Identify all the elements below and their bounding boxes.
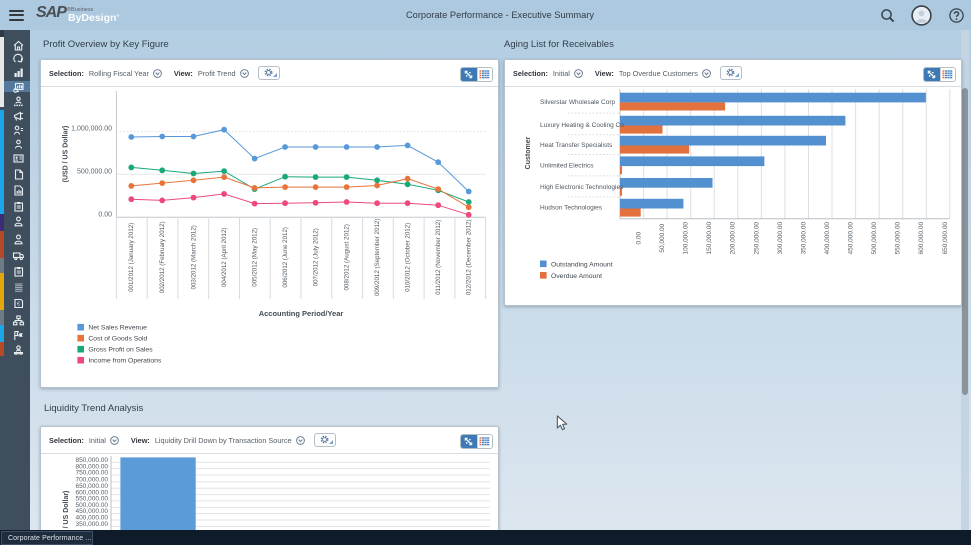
- svg-text:400,000.00: 400,000.00: [824, 222, 831, 255]
- svg-text:550,000.00: 550,000.00: [895, 222, 902, 255]
- svg-text:Net Sales Revenue: Net Sales Revenue: [88, 325, 147, 332]
- svg-text:Outstanding Amount: Outstanding Amount: [551, 261, 613, 268]
- svg-text:009/2012 (September 2012): 009/2012 (September 2012): [374, 219, 381, 296]
- svg-text:007/2012 (July 2012): 007/2012 (July 2012): [312, 228, 319, 286]
- svg-text:008/2012 (August 2012): 008/2012 (August 2012): [343, 224, 350, 290]
- svg-text:200,000.00: 200,000.00: [730, 222, 737, 255]
- svg-text:003/2012 (March 2012): 003/2012 (March 2012): [190, 225, 197, 289]
- svg-text:012/2012 (December 2012): 012/2012 (December 2012): [466, 219, 473, 295]
- svg-text:Hudson Technologies: Hudson Technologies: [540, 205, 603, 212]
- svg-text:450,000.00: 450,000.00: [848, 222, 855, 255]
- svg-text:350,000.00: 350,000.00: [800, 222, 807, 255]
- svg-text:Heat Transfer Specialists: Heat Transfer Specialists: [540, 142, 613, 149]
- svg-text:005/2012 (May 2012): 005/2012 (May 2012): [251, 228, 258, 287]
- svg-text:(USD / US Dollar): (USD / US Dollar): [63, 126, 70, 183]
- svg-text:300,000.00: 300,000.00: [777, 222, 784, 255]
- svg-text:Accounting Period/Year: Accounting Period/Year: [259, 309, 344, 318]
- svg-text:Gross Profit on Sales: Gross Profit on Sales: [88, 347, 153, 354]
- svg-text:650,000.00: 650,000.00: [942, 222, 949, 255]
- svg-text:0.00: 0.00: [98, 212, 112, 219]
- svg-text:001/2012 (January 2012): 001/2012 (January 2012): [128, 223, 135, 292]
- svg-text:Cost of Goods Sold: Cost of Goods Sold: [88, 336, 147, 343]
- svg-text:High Electronic Technologies: High Electronic Technologies: [540, 184, 624, 191]
- svg-text:Overdue Amount: Overdue Amount: [551, 273, 602, 280]
- svg-text:100,000.00: 100,000.00: [683, 222, 690, 255]
- svg-text:(USD / US Dollar): (USD / US Dollar): [63, 491, 70, 532]
- svg-text:004/2012 (April 2012): 004/2012 (April 2012): [221, 228, 228, 288]
- svg-text:600,000.00: 600,000.00: [918, 222, 925, 255]
- svg-text:250,000.00: 250,000.00: [753, 222, 760, 255]
- svg-text:006/2012 (June 2012): 006/2012 (June 2012): [282, 227, 289, 288]
- svg-text:Income from Operations: Income from Operations: [88, 358, 162, 365]
- svg-text:500,000.00: 500,000.00: [77, 169, 112, 176]
- svg-text:1,000,000.00: 1,000,000.00: [71, 126, 112, 133]
- svg-text:500,000.00: 500,000.00: [871, 222, 878, 255]
- svg-text:0.00: 0.00: [636, 231, 643, 244]
- svg-text:002/2012 (February 2012): 002/2012 (February 2012): [159, 221, 166, 293]
- svg-text:Luxury Heating & Cooling Co: Luxury Heating & Cooling Co: [540, 122, 624, 129]
- svg-text:€: €: [17, 301, 20, 307]
- svg-text:350,000.00: 350,000.00: [75, 521, 108, 528]
- svg-text:Customer: Customer: [525, 136, 532, 169]
- svg-text:50,000.00: 50,000.00: [659, 223, 666, 252]
- svg-text:010/2012 (October 2012): 010/2012 (October 2012): [404, 223, 411, 292]
- svg-text:Unlimited Electrics: Unlimited Electrics: [540, 163, 594, 170]
- svg-text:150,000.00: 150,000.00: [706, 222, 713, 255]
- svg-text:Silverstar Wholesale Corp: Silverstar Wholesale Corp: [540, 99, 616, 106]
- svg-text:011/2012 (November 2012): 011/2012 (November 2012): [435, 220, 442, 295]
